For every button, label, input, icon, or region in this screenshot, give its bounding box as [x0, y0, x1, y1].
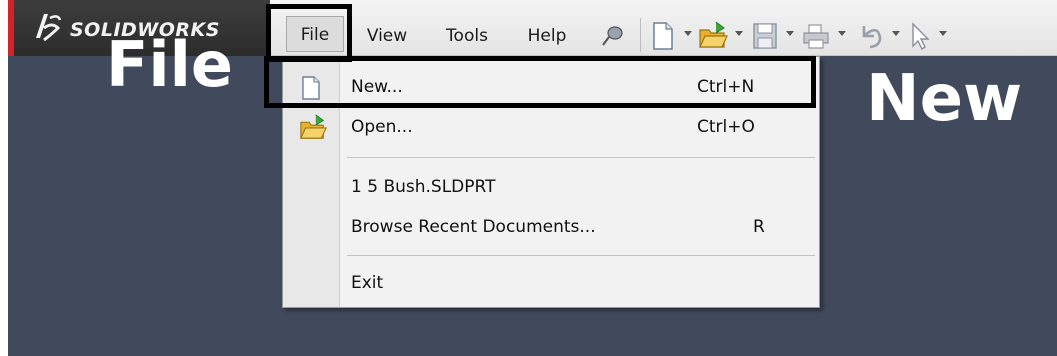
- menu-view[interactable]: View: [366, 22, 408, 50]
- open-folder-icon: [299, 114, 327, 139]
- save-icon[interactable]: [752, 22, 778, 50]
- toolbar-separator: [640, 18, 641, 52]
- window-edge: [0, 0, 8, 356]
- menu-item-open[interactable]: Open... Ctrl+O: [283, 107, 819, 147]
- menu-item-browse-recent[interactable]: Browse Recent Documents... R: [283, 207, 819, 247]
- menu-item-shortcut: R: [753, 217, 765, 237]
- open-dropdown-arrow[interactable]: [735, 31, 743, 36]
- new-caption: New: [866, 62, 1023, 136]
- menu-item-shortcut: Ctrl+O: [697, 117, 755, 137]
- new-dropdown-arrow[interactable]: [684, 31, 692, 36]
- select-dropdown-arrow[interactable]: [939, 31, 947, 36]
- print-dropdown-arrow[interactable]: [838, 31, 846, 36]
- menu-item-label: Open...: [351, 117, 413, 137]
- app-window: SOLIDWORKS File View Tools Help New... C…: [0, 0, 1057, 356]
- file-menu-highlight-box: [266, 4, 352, 62]
- open-folder-icon[interactable]: [698, 20, 728, 50]
- new-item-highlight-box: [264, 56, 816, 108]
- menu-item-label: Browse Recent Documents...: [351, 217, 596, 237]
- pin-icon[interactable]: [600, 24, 626, 48]
- menu-item-label: 1 5 Bush.SLDPRT: [351, 177, 496, 197]
- menu-tools[interactable]: Tools: [441, 22, 493, 50]
- new-document-icon[interactable]: [652, 22, 674, 50]
- file-caption: File: [106, 28, 233, 101]
- undo-dropdown-arrow[interactable]: [892, 31, 900, 36]
- menu-item-exit[interactable]: Exit: [283, 263, 819, 303]
- menu-item-recent-file[interactable]: 1 5 Bush.SLDPRT: [283, 167, 819, 207]
- menu-item-label: Exit: [351, 273, 384, 293]
- solidworks-logo-icon: [36, 14, 62, 42]
- print-icon[interactable]: [802, 22, 830, 50]
- save-dropdown-arrow[interactable]: [786, 31, 794, 36]
- brand-accent-stripe: [8, 0, 14, 56]
- menu-separator: [347, 157, 815, 158]
- menu-help[interactable]: Help: [525, 22, 569, 50]
- undo-icon[interactable]: [856, 22, 884, 50]
- select-pointer-icon[interactable]: [908, 22, 932, 50]
- menu-separator: [347, 255, 815, 256]
